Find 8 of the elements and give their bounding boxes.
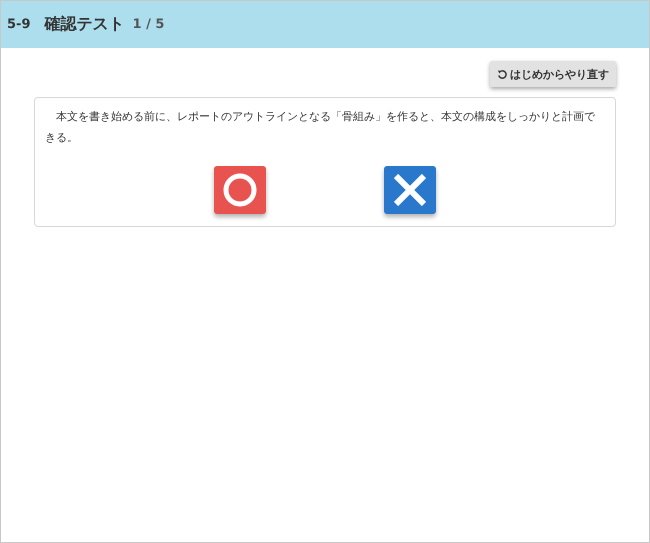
- circle-button[interactable]: [214, 166, 266, 214]
- page-title: 確認テスト: [44, 14, 124, 35]
- question-text: 本文を書き始める前に、レポートのアウトラインとなる「骨組み」を作ると、本文の構成をしっかりと計画できる。: [45, 109, 596, 146]
- section-number: 5-9: [7, 17, 30, 32]
- restart-button[interactable]: はじめからやり直す: [490, 61, 616, 87]
- refresh-icon: [497, 68, 508, 80]
- progress-counter: 1 / 5: [132, 17, 164, 32]
- cross-button[interactable]: [384, 166, 436, 214]
